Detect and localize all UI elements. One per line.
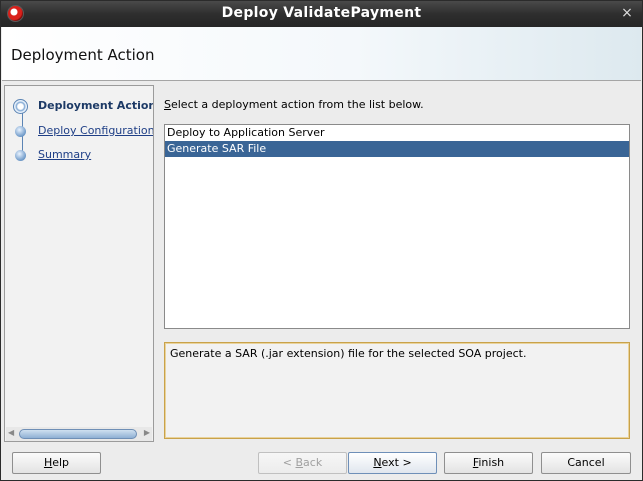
instruction-text: Select a deployment action from the list… [164, 98, 424, 111]
help-rest: elp [52, 456, 70, 469]
next-mnemonic: N [373, 456, 382, 469]
next-button[interactable]: Next > [348, 452, 437, 474]
window-title: Deploy ValidatePayment [221, 5, 422, 21]
cancel-button[interactable]: Cancel [541, 452, 631, 474]
wizard-navigation: Deployment Action Deploy Configuration S… [4, 85, 154, 442]
prompt-rest: elect a deployment action from the list … [170, 98, 424, 111]
next-rest: ext > [381, 456, 412, 469]
back-button[interactable]: < Back [258, 452, 347, 474]
train-stop-icon [15, 150, 26, 161]
scrollbar-thumb[interactable] [19, 429, 137, 439]
help-mnemonic: H [43, 456, 53, 469]
prompt-mnemonic: S [164, 98, 171, 111]
nav-item-label[interactable]: Summary [38, 148, 91, 161]
nav-item-summary[interactable]: Summary [5, 145, 153, 165]
finish-button[interactable]: Finish [444, 452, 533, 474]
back-rest: ack [303, 456, 323, 469]
list-item-deploy-to-application-server[interactable]: Deploy to Application Server [165, 125, 629, 141]
list-item-generate-sar-file[interactable]: Generate SAR File [165, 141, 629, 157]
nav-item-deployment-action[interactable]: Deployment Action [5, 96, 154, 116]
back-pre: < [282, 456, 296, 469]
page-header: Deployment Action [2, 27, 641, 81]
train-stop-icon [15, 126, 26, 137]
back-mnemonic: B [295, 456, 304, 469]
deploy-dialog: Deploy ValidatePayment × Deployment Acti… [0, 0, 643, 481]
train-stop-icon [13, 99, 28, 114]
nav-item-label: Deployment Action [38, 99, 154, 112]
close-icon[interactable]: × [618, 4, 636, 22]
scroll-left-icon[interactable]: ◀ [8, 428, 14, 437]
nav-horizontal-scrollbar[interactable]: ◀ ▶ [6, 427, 152, 441]
action-description: Generate a SAR (.jar extension) file for… [164, 342, 630, 439]
finish-rest: inish [478, 456, 505, 469]
scroll-right-icon[interactable]: ▶ [144, 428, 150, 437]
title-bar[interactable]: Deploy ValidatePayment × [1, 1, 642, 27]
nav-item-deploy-configuration[interactable]: Deploy Configuration [5, 121, 153, 141]
nav-item-label[interactable]: Deploy Configuration [38, 124, 153, 137]
help-button[interactable]: Help [12, 452, 101, 474]
page-title: Deployment Action [11, 46, 155, 64]
deployment-action-list[interactable]: Deploy to Application Server Generate SA… [164, 124, 630, 329]
